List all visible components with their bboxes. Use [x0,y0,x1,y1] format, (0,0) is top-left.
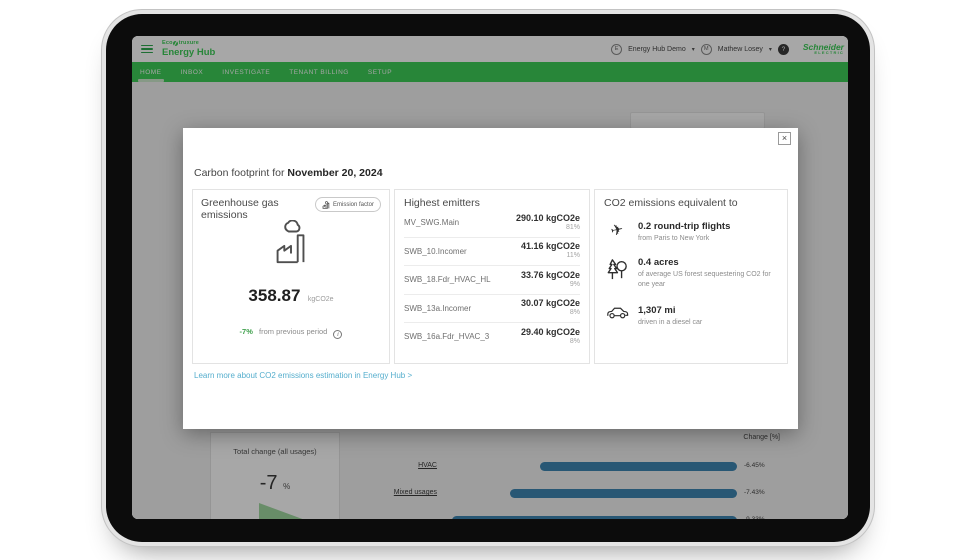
ghg-value: 358.87 [248,286,300,305]
emitter-name: SWB_18.Fdr_HVAC_HL [404,275,491,284]
car-icon [604,305,630,320]
learn-more-link[interactable]: Learn more about CO2 emissions estimatio… [194,371,412,380]
factory-emissions-icon [268,220,314,266]
emission-factor-button[interactable]: Emission factor [315,197,381,212]
emitter-row: SWB_10.Incomer 41.16 kgCO2e11% [404,238,580,267]
ghg-delta-row: -7% from previous period i [193,327,389,339]
emitter-row: SWB_18.Fdr_HVAC_HL 33.76 kgCO2e9% [404,266,580,295]
emitter-value: 41.16 kgCO2e [521,241,580,252]
emitter-name: SWB_10.Incomer [404,247,467,256]
equivalent-value: 0.4 acres [638,257,778,268]
emitter-value: 33.76 kgCO2e [521,270,580,281]
equivalent-car: 1,307 mi driven in a diesel car [604,305,778,327]
equivalent-value: 0.2 round-trip flights [638,221,730,232]
emitter-value: 290.10 kgCO2e [516,213,580,224]
equivalent-flights: ✈ 0.2 round-trip flights from Paris to N… [604,221,778,243]
ghg-delta: -7% [240,327,253,336]
emitter-pct: 8% [521,309,580,318]
emitter-pct: 9% [521,281,580,290]
app-screen: Ecotruxure Energy Hub E Energy Hub Demo … [132,36,848,519]
emitter-name: MV_SWG.Main [404,218,459,227]
equivalent-desc: of average US forest sequestering CO2 fo… [638,270,778,289]
forest-icon [604,257,630,281]
ghg-delta-text: from previous period [259,327,327,336]
tablet-frame: Ecotruxure Energy Hub E Energy Hub Demo … [106,14,870,542]
emitter-pct: 81% [516,224,580,233]
carbon-footprint-modal: × Carbon footprint for November 20, 2024… [183,128,798,429]
equivalents-title: CO2 emissions equivalent to [604,197,778,209]
close-icon[interactable]: × [778,132,791,145]
emitter-row: MV_SWG.Main 290.10 kgCO2e81% [404,209,580,238]
equivalent-value: 1,307 mi [638,305,702,316]
modal-panels: Greenhouse gas emissions Emission factor [192,189,788,364]
emitter-value: 30.07 kgCO2e [521,298,580,309]
emitter-value: 29.40 kgCO2e [521,327,580,338]
equivalent-desc: driven in a diesel car [638,318,702,327]
emitter-row: SWB_16a.Fdr_HVAC_3 29.40 kgCO2e8% [404,323,580,351]
emitters-title: Highest emitters [404,197,580,209]
emitter-pct: 11% [521,252,580,261]
emitter-name: SWB_13a.Incomer [404,304,471,313]
info-icon[interactable]: i [333,330,342,339]
ghg-panel: Greenhouse gas emissions Emission factor [192,189,390,364]
ghg-unit: kgCO2e [308,296,334,303]
factory-icon [322,201,330,209]
emitter-name: SWB_16a.Fdr_HVAC_3 [404,332,489,341]
plane-icon: ✈ [602,218,631,241]
highest-emitters-panel: Highest emitters MV_SWG.Main 290.10 kgCO… [394,189,590,364]
emitter-pct: 8% [521,338,580,347]
modal-title: Carbon footprint for November 20, 2024 [194,167,383,179]
equivalent-desc: from Paris to New York [638,234,730,243]
ghg-title: Greenhouse gas emissions [201,197,315,221]
equivalent-forest: 0.4 acres of average US forest sequester… [604,257,778,289]
emitter-row: SWB_13a.Incomer 30.07 kgCO2e8% [404,295,580,324]
co2-equivalents-panel: CO2 emissions equivalent to ✈ 0.2 round-… [594,189,788,364]
ghg-value-row: 358.87 kgCO2e [193,286,389,306]
